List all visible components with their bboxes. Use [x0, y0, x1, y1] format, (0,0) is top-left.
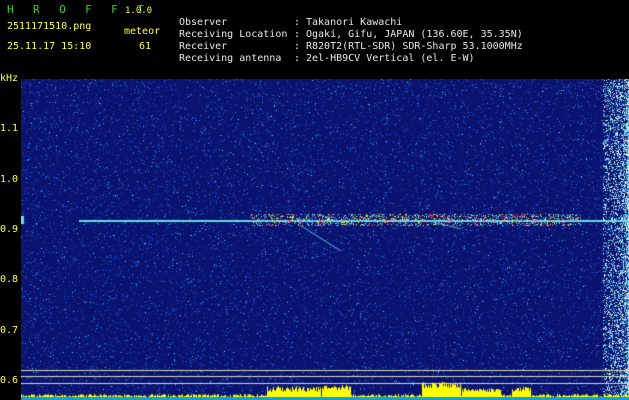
meteor-count: 61	[139, 41, 152, 52]
info-sep: :	[294, 17, 301, 28]
freq-tick: 0.9	[0, 224, 19, 235]
freq-tick: 1.0	[0, 174, 19, 185]
info-sep: :	[294, 41, 301, 52]
info-value: 2el-HB9CV Vertical (el. E-W)	[306, 53, 475, 64]
freq-unit-label: kHz	[0, 73, 19, 84]
freq-tick: 0.6	[0, 375, 19, 386]
app-version: 1.0.0	[125, 6, 153, 16]
info-value: Takanori Kawachi	[306, 17, 403, 28]
timestamp: 25.11.17 15:10	[7, 41, 92, 52]
freq-tick: 1.1	[0, 123, 19, 134]
info-value: R820T2(RTL-SDR) SDR-Sharp 53.1000MHz	[306, 41, 523, 52]
info-sep: :	[294, 29, 301, 40]
info-sep: :	[294, 53, 301, 64]
header-panel: H R O F F T 1.0.0 2511171510.png meteor …	[0, 0, 629, 72]
file-name: 2511171510.png	[7, 21, 92, 32]
detection-type-label: meteor	[124, 26, 161, 37]
info-value: Ogaki, Gifu, JAPAN (136.60E, 35.35N)	[306, 29, 523, 40]
freq-tick: 0.8	[0, 274, 19, 285]
freq-tick: 0.7	[0, 325, 19, 336]
waterfall-spectrogram	[21, 79, 629, 400]
info-key: Receiving antenna	[179, 53, 282, 64]
